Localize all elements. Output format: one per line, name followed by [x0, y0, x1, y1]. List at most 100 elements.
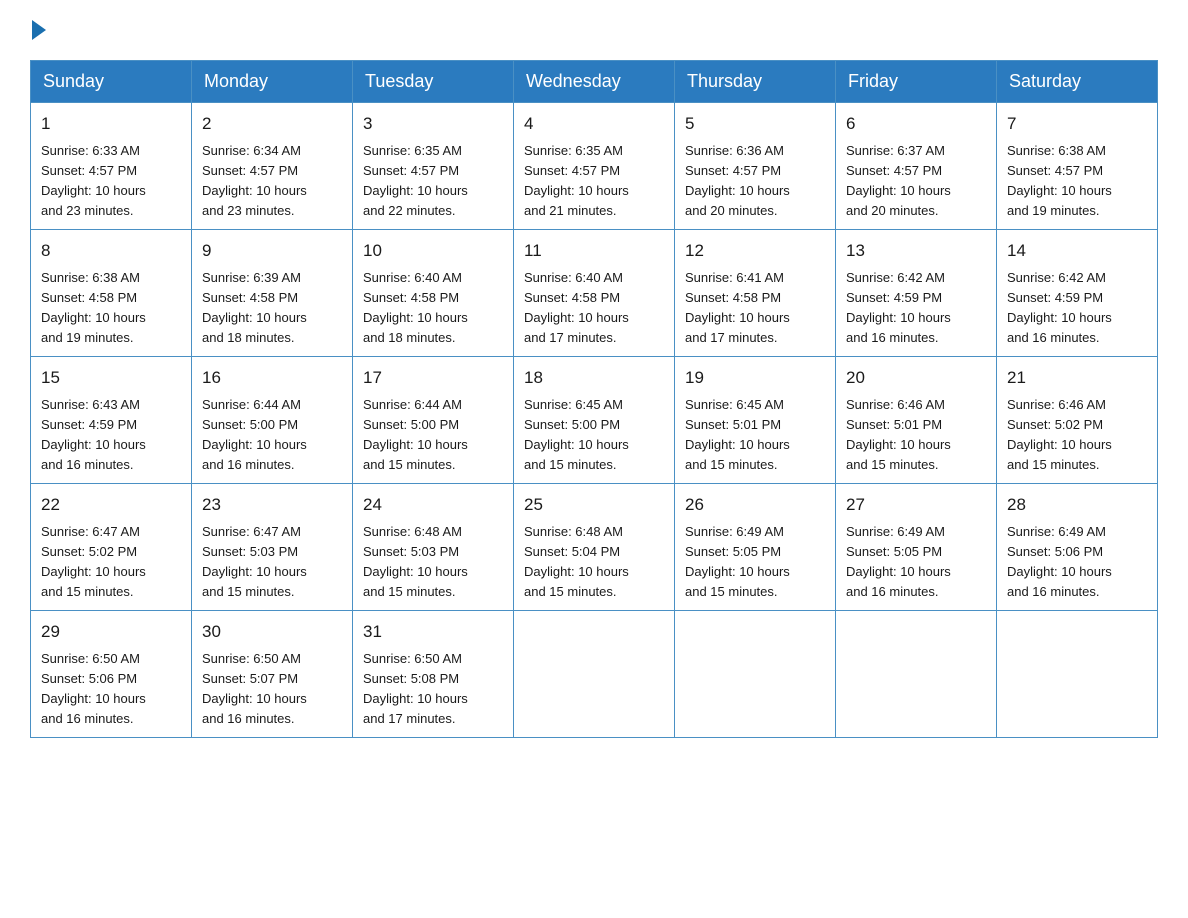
- day-cell: [514, 611, 675, 738]
- day-info: Sunrise: 6:50 AM Sunset: 5:07 PM Dayligh…: [202, 649, 342, 730]
- day-number: 1: [41, 111, 181, 137]
- day-info: Sunrise: 6:44 AM Sunset: 5:00 PM Dayligh…: [202, 395, 342, 476]
- day-info: Sunrise: 6:36 AM Sunset: 4:57 PM Dayligh…: [685, 141, 825, 222]
- day-number: 7: [1007, 111, 1147, 137]
- day-cell: 7 Sunrise: 6:38 AM Sunset: 4:57 PM Dayli…: [997, 103, 1158, 230]
- week-row-1: 1 Sunrise: 6:33 AM Sunset: 4:57 PM Dayli…: [31, 103, 1158, 230]
- header-cell-monday: Monday: [192, 61, 353, 103]
- day-info: Sunrise: 6:38 AM Sunset: 4:58 PM Dayligh…: [41, 268, 181, 349]
- day-cell: 9 Sunrise: 6:39 AM Sunset: 4:58 PM Dayli…: [192, 230, 353, 357]
- day-number: 15: [41, 365, 181, 391]
- day-info: Sunrise: 6:39 AM Sunset: 4:58 PM Dayligh…: [202, 268, 342, 349]
- day-cell: 24 Sunrise: 6:48 AM Sunset: 5:03 PM Dayl…: [353, 484, 514, 611]
- day-cell: 25 Sunrise: 6:48 AM Sunset: 5:04 PM Dayl…: [514, 484, 675, 611]
- day-cell: 26 Sunrise: 6:49 AM Sunset: 5:05 PM Dayl…: [675, 484, 836, 611]
- day-cell: 5 Sunrise: 6:36 AM Sunset: 4:57 PM Dayli…: [675, 103, 836, 230]
- day-number: 4: [524, 111, 664, 137]
- day-number: 18: [524, 365, 664, 391]
- day-number: 30: [202, 619, 342, 645]
- day-number: 9: [202, 238, 342, 264]
- day-info: Sunrise: 6:42 AM Sunset: 4:59 PM Dayligh…: [1007, 268, 1147, 349]
- header-row: SundayMondayTuesdayWednesdayThursdayFrid…: [31, 61, 1158, 103]
- day-cell: 2 Sunrise: 6:34 AM Sunset: 4:57 PM Dayli…: [192, 103, 353, 230]
- day-number: 21: [1007, 365, 1147, 391]
- day-cell: 14 Sunrise: 6:42 AM Sunset: 4:59 PM Dayl…: [997, 230, 1158, 357]
- day-cell: [997, 611, 1158, 738]
- day-cell: 1 Sunrise: 6:33 AM Sunset: 4:57 PM Dayli…: [31, 103, 192, 230]
- day-cell: 17 Sunrise: 6:44 AM Sunset: 5:00 PM Dayl…: [353, 357, 514, 484]
- week-row-3: 15 Sunrise: 6:43 AM Sunset: 4:59 PM Dayl…: [31, 357, 1158, 484]
- day-number: 5: [685, 111, 825, 137]
- day-cell: 13 Sunrise: 6:42 AM Sunset: 4:59 PM Dayl…: [836, 230, 997, 357]
- day-number: 20: [846, 365, 986, 391]
- day-cell: 15 Sunrise: 6:43 AM Sunset: 4:59 PM Dayl…: [31, 357, 192, 484]
- day-number: 16: [202, 365, 342, 391]
- week-row-5: 29 Sunrise: 6:50 AM Sunset: 5:06 PM Dayl…: [31, 611, 1158, 738]
- day-info: Sunrise: 6:47 AM Sunset: 5:03 PM Dayligh…: [202, 522, 342, 603]
- day-info: Sunrise: 6:33 AM Sunset: 4:57 PM Dayligh…: [41, 141, 181, 222]
- day-cell: [675, 611, 836, 738]
- day-info: Sunrise: 6:40 AM Sunset: 4:58 PM Dayligh…: [524, 268, 664, 349]
- day-info: Sunrise: 6:49 AM Sunset: 5:06 PM Dayligh…: [1007, 522, 1147, 603]
- day-cell: 23 Sunrise: 6:47 AM Sunset: 5:03 PM Dayl…: [192, 484, 353, 611]
- day-cell: 31 Sunrise: 6:50 AM Sunset: 5:08 PM Dayl…: [353, 611, 514, 738]
- day-number: 13: [846, 238, 986, 264]
- day-number: 8: [41, 238, 181, 264]
- day-info: Sunrise: 6:35 AM Sunset: 4:57 PM Dayligh…: [524, 141, 664, 222]
- header-cell-wednesday: Wednesday: [514, 61, 675, 103]
- calendar-header: SundayMondayTuesdayWednesdayThursdayFrid…: [31, 61, 1158, 103]
- day-cell: 3 Sunrise: 6:35 AM Sunset: 4:57 PM Dayli…: [353, 103, 514, 230]
- day-cell: 21 Sunrise: 6:46 AM Sunset: 5:02 PM Dayl…: [997, 357, 1158, 484]
- header-cell-tuesday: Tuesday: [353, 61, 514, 103]
- day-info: Sunrise: 6:40 AM Sunset: 4:58 PM Dayligh…: [363, 268, 503, 349]
- day-info: Sunrise: 6:34 AM Sunset: 4:57 PM Dayligh…: [202, 141, 342, 222]
- day-number: 27: [846, 492, 986, 518]
- day-info: Sunrise: 6:35 AM Sunset: 4:57 PM Dayligh…: [363, 141, 503, 222]
- day-info: Sunrise: 6:45 AM Sunset: 5:01 PM Dayligh…: [685, 395, 825, 476]
- day-cell: 11 Sunrise: 6:40 AM Sunset: 4:58 PM Dayl…: [514, 230, 675, 357]
- calendar-table: SundayMondayTuesdayWednesdayThursdayFrid…: [30, 60, 1158, 738]
- header-cell-thursday: Thursday: [675, 61, 836, 103]
- page-header: [30, 20, 1158, 40]
- day-cell: 4 Sunrise: 6:35 AM Sunset: 4:57 PM Dayli…: [514, 103, 675, 230]
- day-number: 23: [202, 492, 342, 518]
- day-info: Sunrise: 6:46 AM Sunset: 5:02 PM Dayligh…: [1007, 395, 1147, 476]
- logo-arrow-icon: [32, 20, 46, 40]
- day-cell: 16 Sunrise: 6:44 AM Sunset: 5:00 PM Dayl…: [192, 357, 353, 484]
- day-number: 29: [41, 619, 181, 645]
- day-info: Sunrise: 6:47 AM Sunset: 5:02 PM Dayligh…: [41, 522, 181, 603]
- day-number: 11: [524, 238, 664, 264]
- day-info: Sunrise: 6:49 AM Sunset: 5:05 PM Dayligh…: [685, 522, 825, 603]
- day-cell: 8 Sunrise: 6:38 AM Sunset: 4:58 PM Dayli…: [31, 230, 192, 357]
- day-cell: [836, 611, 997, 738]
- day-number: 12: [685, 238, 825, 264]
- day-info: Sunrise: 6:49 AM Sunset: 5:05 PM Dayligh…: [846, 522, 986, 603]
- day-number: 28: [1007, 492, 1147, 518]
- day-info: Sunrise: 6:50 AM Sunset: 5:06 PM Dayligh…: [41, 649, 181, 730]
- day-number: 22: [41, 492, 181, 518]
- day-cell: 18 Sunrise: 6:45 AM Sunset: 5:00 PM Dayl…: [514, 357, 675, 484]
- day-info: Sunrise: 6:46 AM Sunset: 5:01 PM Dayligh…: [846, 395, 986, 476]
- day-cell: 12 Sunrise: 6:41 AM Sunset: 4:58 PM Dayl…: [675, 230, 836, 357]
- header-cell-friday: Friday: [836, 61, 997, 103]
- day-info: Sunrise: 6:50 AM Sunset: 5:08 PM Dayligh…: [363, 649, 503, 730]
- day-number: 6: [846, 111, 986, 137]
- day-cell: 10 Sunrise: 6:40 AM Sunset: 4:58 PM Dayl…: [353, 230, 514, 357]
- day-info: Sunrise: 6:45 AM Sunset: 5:00 PM Dayligh…: [524, 395, 664, 476]
- day-cell: 29 Sunrise: 6:50 AM Sunset: 5:06 PM Dayl…: [31, 611, 192, 738]
- day-cell: 20 Sunrise: 6:46 AM Sunset: 5:01 PM Dayl…: [836, 357, 997, 484]
- day-info: Sunrise: 6:48 AM Sunset: 5:03 PM Dayligh…: [363, 522, 503, 603]
- day-cell: 22 Sunrise: 6:47 AM Sunset: 5:02 PM Dayl…: [31, 484, 192, 611]
- day-cell: 6 Sunrise: 6:37 AM Sunset: 4:57 PM Dayli…: [836, 103, 997, 230]
- day-info: Sunrise: 6:38 AM Sunset: 4:57 PM Dayligh…: [1007, 141, 1147, 222]
- day-info: Sunrise: 6:41 AM Sunset: 4:58 PM Dayligh…: [685, 268, 825, 349]
- week-row-4: 22 Sunrise: 6:47 AM Sunset: 5:02 PM Dayl…: [31, 484, 1158, 611]
- day-cell: 19 Sunrise: 6:45 AM Sunset: 5:01 PM Dayl…: [675, 357, 836, 484]
- day-number: 14: [1007, 238, 1147, 264]
- day-info: Sunrise: 6:44 AM Sunset: 5:00 PM Dayligh…: [363, 395, 503, 476]
- day-info: Sunrise: 6:43 AM Sunset: 4:59 PM Dayligh…: [41, 395, 181, 476]
- day-number: 25: [524, 492, 664, 518]
- day-number: 19: [685, 365, 825, 391]
- day-info: Sunrise: 6:42 AM Sunset: 4:59 PM Dayligh…: [846, 268, 986, 349]
- logo: [30, 20, 46, 40]
